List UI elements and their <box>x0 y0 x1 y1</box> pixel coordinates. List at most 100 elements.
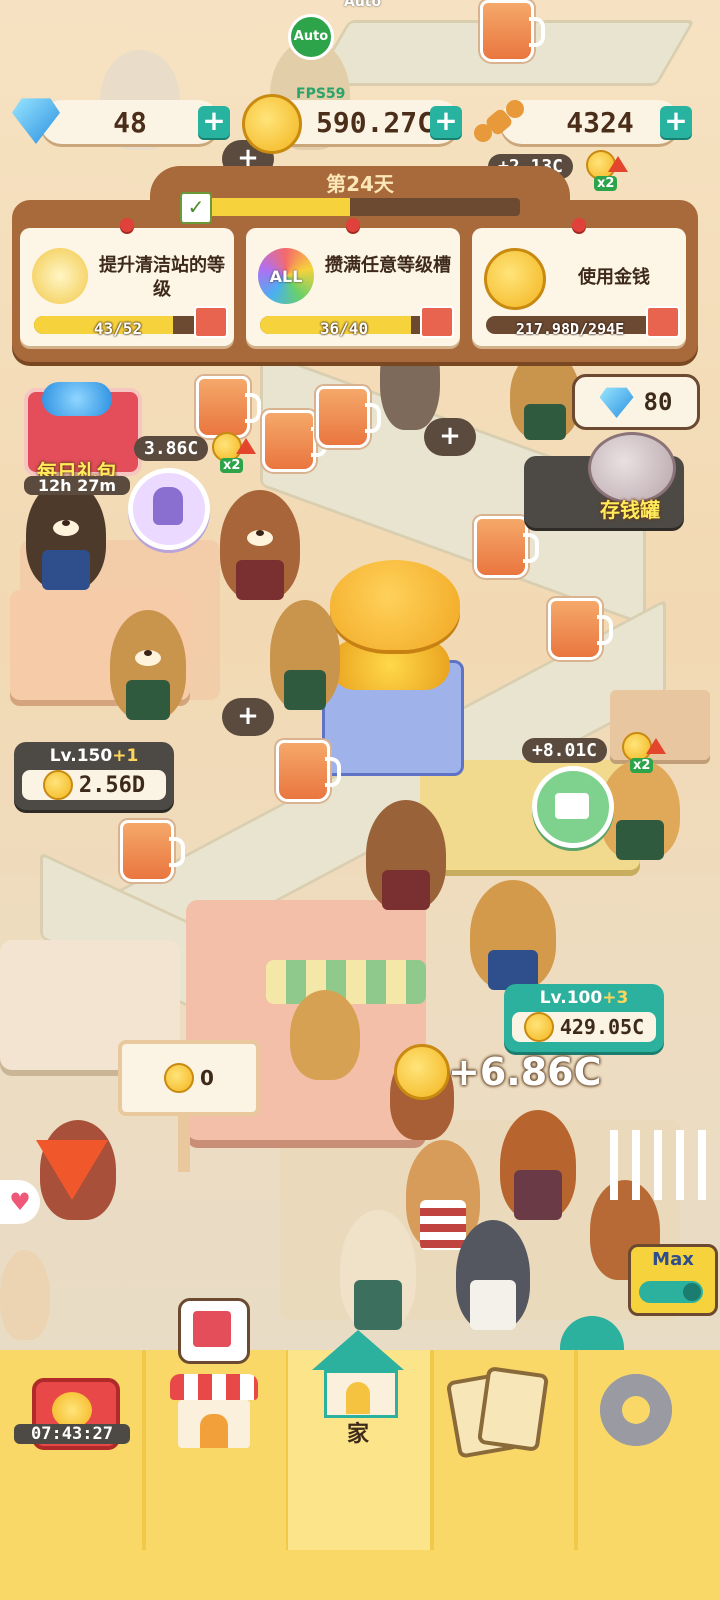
quest-card-fill-slot[interactable]: ALL 攒满任意等级槽 36/40 <box>246 218 460 346</box>
price-sign: 0 <box>118 1040 260 1116</box>
checklist-icon: ✓ <box>180 192 212 224</box>
gem-icon <box>599 387 634 418</box>
gear-icon <box>600 1374 672 1446</box>
arrow-up-icon <box>236 438 256 454</box>
daily-gift-button[interactable]: 每日礼包 <box>18 380 142 490</box>
drink-mug <box>316 386 381 448</box>
nav-cards[interactable] <box>445 1360 550 1460</box>
golden-dog-icon[interactable] <box>330 560 460 650</box>
station-level-bonus: +3 <box>602 988 629 1008</box>
dog-customer <box>456 1220 530 1330</box>
dog-staff <box>510 350 580 440</box>
station-level: Lv.100 <box>539 988 603 1008</box>
piggy-bank-label: 存钱罐 <box>600 498 660 522</box>
nav-home[interactable]: 家 <box>308 1330 408 1447</box>
gift-box-icon[interactable] <box>646 306 680 338</box>
tv-reward-timer: 07:43:27 <box>14 1424 130 1444</box>
quest-card-clean-station[interactable]: 提升清洁站的等级 43/52 <box>20 218 234 346</box>
coin-quest-icon <box>484 248 546 310</box>
bones-counter: 4324 <box>500 100 680 144</box>
kiosk-awning <box>266 960 426 1004</box>
coin-icon <box>242 94 302 154</box>
station-value: 2.56D <box>78 772 146 798</box>
nav-shop[interactable] <box>164 1298 264 1460</box>
station-level-bonus: +1 <box>112 746 139 766</box>
add-staff-button[interactable]: + <box>222 698 274 736</box>
income-multiplier-right: x2 <box>630 758 654 773</box>
dog-staff <box>110 610 186 720</box>
station-level: Lv.150 <box>49 746 113 766</box>
dog-customer <box>0 1250 50 1340</box>
quest-title: 攒满任意等级槽 <box>325 255 451 276</box>
cash-register-icon[interactable] <box>532 766 614 848</box>
quest-progress-text: 36/40 <box>319 319 369 338</box>
quest-progress-text: 43/52 <box>93 319 143 338</box>
auto-label: Auto <box>293 29 329 44</box>
piggy-gems-value: 80 <box>643 388 673 416</box>
daily-gift-timer: 12h 27m <box>24 476 130 495</box>
max-toggle-label: Max <box>652 1249 694 1270</box>
add-coins-button[interactable]: + <box>430 106 462 138</box>
auto-label-top: Auto <box>344 0 382 10</box>
drink-mug <box>480 0 545 62</box>
gift-bubble-icon <box>178 1298 250 1364</box>
drink-mug <box>474 516 539 578</box>
coin-icon <box>42 770 73 800</box>
day-progress-fill <box>200 198 351 216</box>
price-sign-value: 0 <box>200 1066 214 1090</box>
quest-title: 使用金钱 <box>578 267 650 288</box>
bone-icon <box>472 98 526 146</box>
bones-value: 4324 <box>566 105 634 139</box>
dog-customer <box>500 1110 576 1220</box>
fps-label: FPS59 <box>296 86 346 102</box>
nav-settings[interactable] <box>586 1360 686 1460</box>
fence <box>610 1130 720 1200</box>
station-value: 429.05C <box>559 1015 645 1039</box>
station-level-plate[interactable]: Lv.100+3 429.05C <box>504 984 664 1052</box>
day-label: 第24天 <box>326 172 394 196</box>
add-staff-button[interactable]: + <box>424 418 476 456</box>
add-gems-button[interactable]: + <box>198 106 230 138</box>
dog-staff <box>290 990 360 1080</box>
gift-box-icon[interactable] <box>420 306 454 338</box>
drink-mug <box>276 740 341 802</box>
cleaning-quest-icon <box>32 248 88 304</box>
quest-card-spend-money[interactable]: 使用金钱 217.98D/294E <box>472 218 686 346</box>
drink-mug <box>548 598 613 660</box>
dog-staff <box>26 480 106 590</box>
dog-staff <box>270 600 340 710</box>
gift-box-icon[interactable] <box>194 306 228 338</box>
max-toggle-switch <box>639 1281 703 1303</box>
scroll-down-arrow-icon[interactable] <box>36 1140 108 1200</box>
nav-tv-reward[interactable]: 07:43:27 <box>14 1360 130 1460</box>
auto-badge[interactable]: Auto <box>288 14 334 60</box>
drink-mug <box>196 376 261 438</box>
arrow-up-icon <box>646 738 666 754</box>
drink-mug <box>120 820 185 882</box>
gems-counter: 48 <box>40 100 220 144</box>
day-progress-bar <box>200 198 520 216</box>
price-sign-post <box>178 1112 190 1172</box>
home-label: 家 <box>346 1422 369 1447</box>
dog-staff <box>220 490 300 600</box>
bone-multiplier: x2 <box>594 176 618 191</box>
max-speed-toggle[interactable]: Max <box>628 1244 718 1316</box>
dog-customer <box>340 1210 416 1330</box>
dog-customer <box>366 800 446 910</box>
coin-icon <box>164 1063 195 1093</box>
quest-title: 提升清洁站的等级 <box>99 255 225 300</box>
all-badge-icon: ALL <box>258 248 314 304</box>
add-bones-button[interactable]: + <box>660 106 692 138</box>
quest-progress-text: 217.98D/294E <box>515 320 625 338</box>
coins-value: 590.27C <box>315 105 434 139</box>
cards-icon <box>445 1366 550 1459</box>
home-icon <box>312 1330 404 1418</box>
station-level-plate[interactable]: Lv.150+1 2.56D <box>14 742 174 810</box>
dog-customer <box>470 880 556 990</box>
salt-shaker-icon[interactable] <box>128 468 210 550</box>
coin-icon <box>394 1044 450 1100</box>
income-multiplier-left: x2 <box>220 458 244 473</box>
coin-icon <box>523 1012 554 1042</box>
gems-value: 48 <box>113 105 147 139</box>
piggy-gem-bubble[interactable]: 80 <box>572 374 700 430</box>
